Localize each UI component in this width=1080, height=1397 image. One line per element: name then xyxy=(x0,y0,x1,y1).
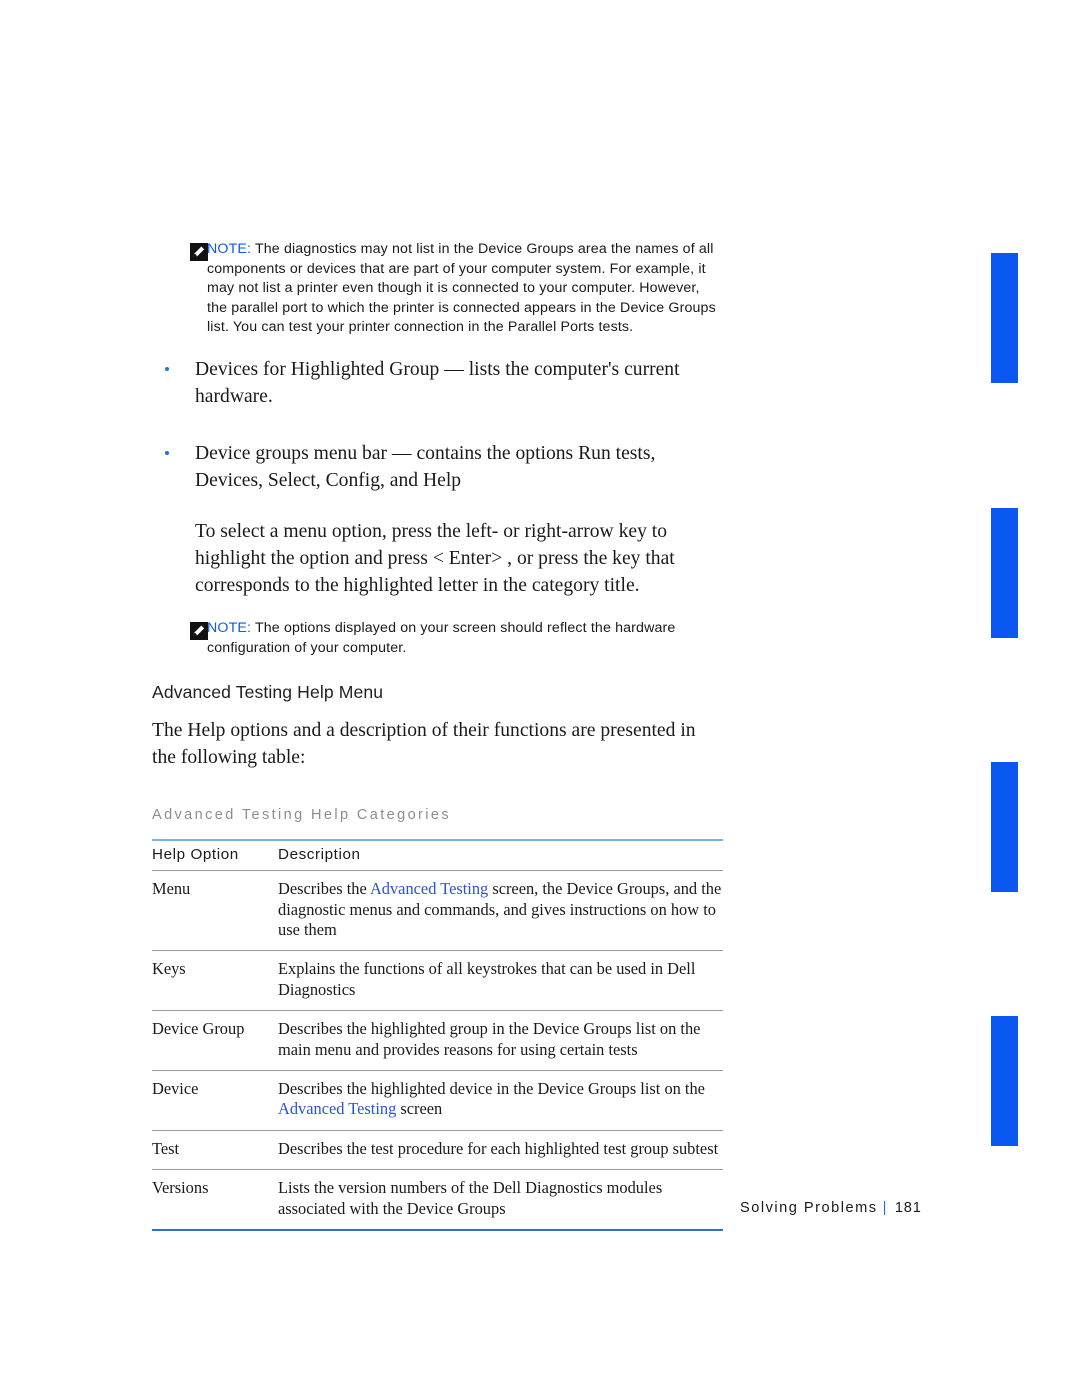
bullet-text: Device groups menu bar — contains the op… xyxy=(195,442,656,491)
cell-description: Describes the highlighted device in the … xyxy=(278,1070,723,1131)
note-label: NOTE: xyxy=(207,241,252,257)
table-row: Device Describes the highlighted device … xyxy=(152,1070,723,1131)
advanced-testing-link[interactable]: Advanced Testing xyxy=(370,879,488,898)
note-label: NOTE: xyxy=(207,619,252,636)
note-text: The options displayed on your screen sho… xyxy=(207,619,676,656)
desc-text-pre: Explains the functions of all keystrokes… xyxy=(278,959,696,999)
table-head: Help Option Description xyxy=(152,839,723,872)
note-callout-2: NOTE: The options displayed on your scre… xyxy=(152,619,718,658)
margin-tab-2 xyxy=(991,508,1018,638)
page-footer: Solving Problems | 181 xyxy=(740,1200,922,1216)
cell-help-option: Test xyxy=(152,1130,278,1171)
cell-help-option: Device Group xyxy=(152,1010,278,1071)
table-header-row: Help Option Description xyxy=(152,839,723,872)
column-header-help-option: Help Option xyxy=(152,839,278,872)
bullet-item-device-groups-menu-bar: Device groups menu bar — contains the op… xyxy=(152,440,718,494)
desc-text-pre: Describes the test procedure for each hi… xyxy=(278,1138,719,1158)
menu-option-instructions-paragraph: To select a menu option, press the left-… xyxy=(195,520,675,596)
cell-description: Describes the test procedure for each hi… xyxy=(278,1130,723,1171)
bullet-dot-icon xyxy=(165,366,169,371)
note-callout-1: NOTE: The diagnostics may not list in th… xyxy=(152,240,718,338)
bullet-item-devices-for-highlighted-group: Devices for Highlighted Group — lists th… xyxy=(152,356,718,410)
desc-text-post: screen xyxy=(396,1099,443,1119)
table-body: Menu Describes the Advanced Testing scre… xyxy=(152,870,723,1232)
table-row: Versions Lists the version numbers of th… xyxy=(152,1169,723,1232)
cell-description: Describes the Advanced Testing screen, t… xyxy=(278,870,723,952)
section-heading: Advanced Testing Help Menu xyxy=(152,682,384,703)
footer-page-number: 181 xyxy=(894,1200,922,1216)
cell-description: Lists the version numbers of the Dell Di… xyxy=(278,1169,723,1232)
margin-tab-4 xyxy=(991,1016,1018,1146)
desc-text-pre: Describes the highlighted group in the D… xyxy=(278,1019,701,1059)
cell-help-option: Menu xyxy=(152,870,278,952)
table-row: Keys Explains the functions of all keyst… xyxy=(152,950,723,1012)
desc-text-pre: Describes the xyxy=(278,879,370,899)
note-pencil-icon xyxy=(190,243,208,261)
margin-tab-3 xyxy=(991,762,1018,892)
cell-description: Explains the functions of all keystrokes… xyxy=(278,950,723,1012)
cell-help-option: Versions xyxy=(152,1169,278,1232)
note-text: The diagnostics may not list in the Devi… xyxy=(207,241,716,336)
margin-tab-1 xyxy=(991,253,1018,383)
bullet-text: Devices for Highlighted Group — lists th… xyxy=(195,358,680,407)
table-row: Test Describes the test procedure for ea… xyxy=(152,1130,723,1171)
bullet-dot-icon xyxy=(165,450,169,455)
note-pencil-icon xyxy=(190,621,208,640)
content-column: NOTE: The diagnostics may not list in th… xyxy=(152,240,723,1232)
cell-help-option: Device xyxy=(152,1070,278,1131)
help-categories-table: Help Option Description Menu Describes t… xyxy=(152,839,723,1232)
desc-text-pre: Lists the version numbers of the Dell Di… xyxy=(278,1178,663,1218)
footer-separator: | xyxy=(882,1200,888,1216)
cell-help-option: Keys xyxy=(152,950,278,1012)
table-row: Device Group Describes the highlighted g… xyxy=(152,1010,723,1071)
advanced-testing-link[interactable]: Advanced Testing xyxy=(278,1099,396,1118)
document-page: NOTE: The diagnostics may not list in th… xyxy=(0,0,1080,1397)
table-row: Menu Describes the Advanced Testing scre… xyxy=(152,870,723,952)
desc-text-pre: Describes the highlighted device in the … xyxy=(278,1079,705,1098)
cell-description: Describes the highlighted group in the D… xyxy=(278,1010,723,1071)
column-header-description: Description xyxy=(278,839,723,872)
section-intro-paragraph: The Help options and a description of th… xyxy=(152,720,696,769)
footer-section-title: Solving Problems xyxy=(740,1200,878,1216)
table-caption: Advanced Testing Help Categories xyxy=(152,807,452,824)
